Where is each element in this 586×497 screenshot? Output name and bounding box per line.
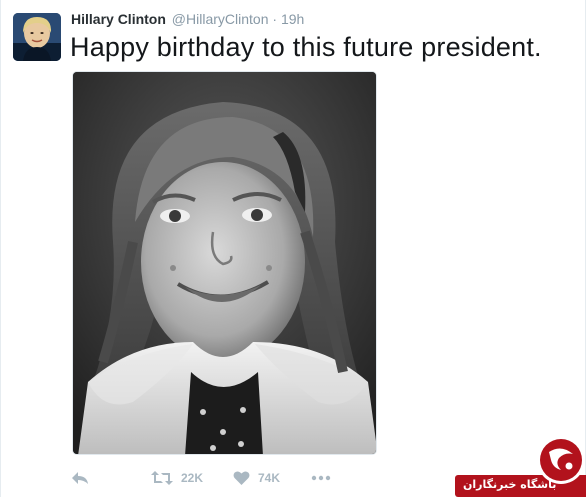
tweet-photo[interactable] — [72, 71, 377, 455]
reply-icon — [72, 472, 88, 484]
more-button[interactable] — [311, 470, 331, 486]
like-button[interactable]: 74K — [233, 470, 280, 486]
avatar-image — [13, 13, 61, 61]
child-portrait-photo — [73, 72, 376, 454]
tweet-text: Happy birthday to this future president. — [70, 32, 542, 62]
retweet-icon — [151, 471, 173, 485]
retweet-button[interactable]: 22K — [151, 470, 203, 486]
reply-button[interactable] — [71, 470, 89, 486]
more-dots-icon — [311, 475, 331, 481]
heart-icon — [233, 471, 250, 485]
author-handle[interactable]: @HillaryClinton — [172, 11, 269, 27]
separator-dot: · — [272, 11, 278, 27]
author-name[interactable]: Hillary Clinton — [71, 11, 166, 27]
like-count: 74K — [258, 471, 281, 485]
avatar[interactable] — [13, 13, 61, 61]
tweet-header: Hillary Clinton @HillaryClinton · 19h — [71, 11, 304, 27]
tweet-timestamp[interactable]: 19h — [281, 11, 304, 27]
watermark-logo-icon — [537, 436, 585, 484]
tweet-actions: 22K 74K — [71, 470, 391, 490]
watermark: باشگاه خبرنگاران — [455, 430, 586, 497]
tweet-card: Hillary Clinton @HillaryClinton · 19h Ha… — [0, 0, 586, 497]
retweet-count: 22K — [181, 471, 204, 485]
